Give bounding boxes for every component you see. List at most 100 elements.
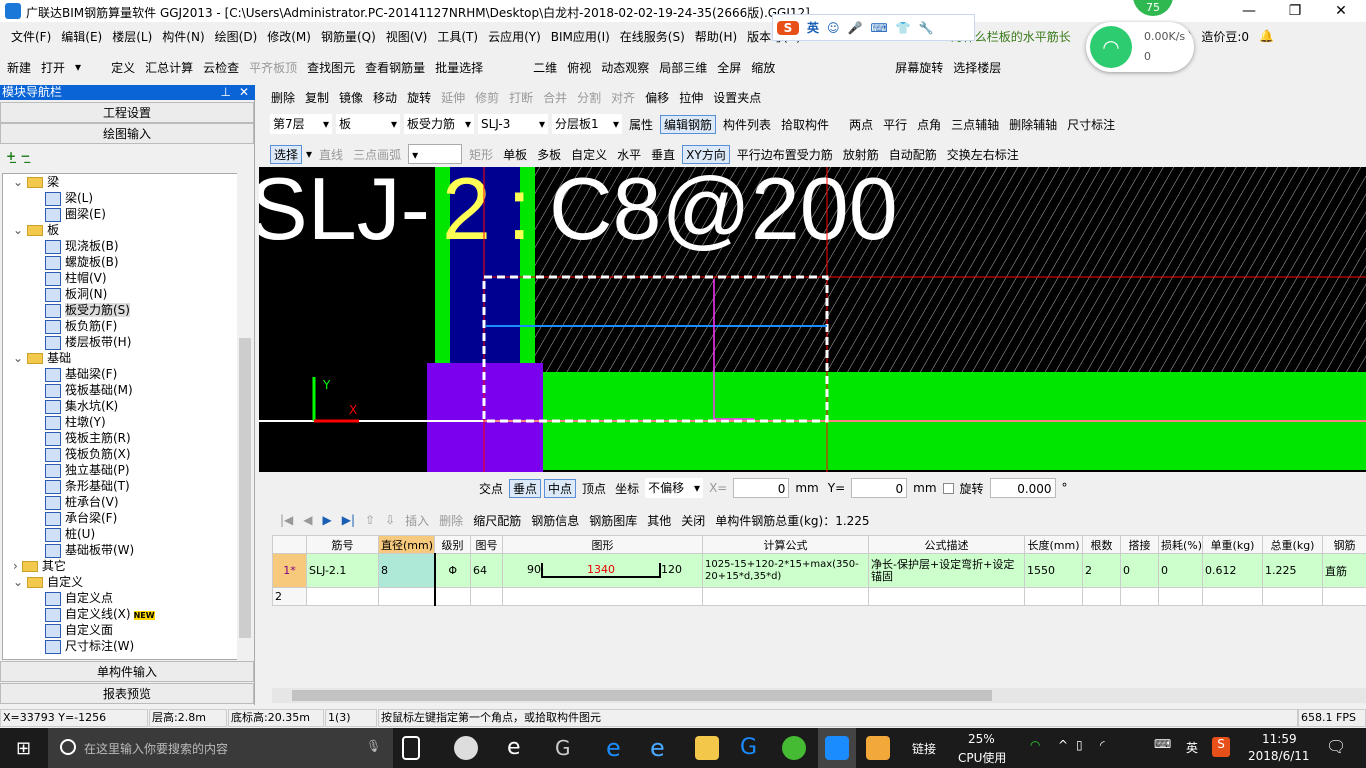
tree-item[interactable]: 基础梁(F) (3, 366, 237, 382)
three-point-axis-button[interactable]: 三点辅轴 (948, 116, 1002, 133)
stretch-button[interactable]: 拉伸 (676, 89, 706, 106)
offset-button[interactable]: 偏移 (642, 89, 672, 106)
table-row[interactable]: 1* SLJ-2.1 8 Φ 64 90 1340 120 1025-15+120-… (272, 553, 1366, 588)
cell-no[interactable]: SLJ-2.1 (306, 553, 379, 588)
minimize-button[interactable]: — (1226, 0, 1272, 22)
search-box[interactable]: 在这里输入你要搜索的内容 🎙 (48, 728, 393, 768)
multi-slab-button[interactable]: 多板 (534, 146, 564, 163)
y-input[interactable]: 0 (851, 478, 908, 498)
subtype-select[interactable]: 板受力筋 ▾ (404, 114, 474, 134)
delete-button[interactable]: 删除 (268, 89, 298, 106)
next-icon[interactable]: ▶ (320, 513, 335, 527)
tree-item[interactable]: 筏板主筋(R) (3, 430, 237, 446)
green-browser-icon[interactable] (782, 736, 806, 760)
cell-shape[interactable]: 90 1340 120 (502, 553, 703, 588)
view-rebar-button[interactable]: 查看钢筋量 (362, 59, 428, 76)
tree-item[interactable]: 自定义点 (3, 590, 237, 606)
tree-item[interactable]: 楼层板带(H) (3, 334, 237, 350)
menu-floor[interactable]: 楼层(L) (107, 28, 157, 45)
tree-item[interactable]: › 其它 (3, 558, 237, 574)
restore-button[interactable]: ❐ (1272, 0, 1318, 22)
glodon-icon[interactable]: G (740, 736, 764, 760)
edge-icon[interactable]: e (606, 736, 630, 760)
tree-item[interactable]: 梁(L) (3, 190, 237, 206)
angle-input[interactable]: 0.000 (989, 478, 1056, 498)
cell-count[interactable]: 2 (1082, 553, 1121, 588)
move-button[interactable]: 移动 (370, 89, 400, 106)
tree-item[interactable]: 现浇板(B) (3, 238, 237, 254)
snap-perpendicular[interactable]: 垂点 (509, 478, 542, 498)
tree-item[interactable]: ⌄ 自定义 (3, 574, 237, 590)
menu-bim[interactable]: BIM应用(I) (546, 28, 615, 45)
fullscreen-button[interactable]: 全屏 (714, 59, 744, 76)
cell-total-weight[interactable]: 1.225 (1262, 553, 1323, 588)
single-slab-button[interactable]: 单板 (500, 146, 530, 163)
cell-diameter[interactable]: 8 (378, 553, 436, 588)
tree-item[interactable]: ⌄ 板 (3, 222, 237, 238)
menu-view[interactable]: 视图(V) (381, 28, 433, 45)
cell-unit-weight[interactable]: 0.612 (1202, 553, 1263, 588)
cell-formula[interactable]: 1025-15+120-2*15+max(350-20+15*d,35*d) (702, 553, 869, 588)
tree-item[interactable]: 尺寸标注(W) (3, 638, 237, 654)
menu-modify[interactable]: 修改(M) (262, 28, 316, 45)
mic-icon[interactable]: 🎤 (848, 21, 863, 35)
ime-lang[interactable]: 英 (807, 19, 819, 36)
tree-item[interactable]: 柱墩(Y) (3, 414, 237, 430)
sogou-tray-icon[interactable]: S (1212, 737, 1230, 757)
chevron-down-icon[interactable]: ⌄ (13, 223, 23, 237)
browser-icon[interactable]: G (555, 736, 579, 760)
type-select[interactable]: 板 ▾ (336, 114, 400, 134)
sogou-icon[interactable]: S (777, 20, 799, 35)
grip-button[interactable]: 设置夹点 (710, 89, 764, 106)
tree-item[interactable]: 集水坑(K) (3, 398, 237, 414)
tree-item[interactable]: 板负筋(F) (3, 318, 237, 334)
menu-rebar[interactable]: 钢筋量(Q) (316, 28, 381, 45)
tree-item[interactable]: 桩(U) (3, 526, 237, 542)
top-view-button[interactable]: 俯视 (564, 59, 594, 76)
line-button[interactable]: 直线 (316, 146, 346, 163)
drawing-canvas[interactable]: SLJ- 2 : C8@200 Y X (259, 167, 1366, 472)
pick-component-button[interactable]: 拾取构件 (778, 116, 832, 133)
tree-item[interactable]: 桩承台(V) (3, 494, 237, 510)
chevron-down-icon[interactable]: ⌄ (13, 575, 23, 589)
align-top-button[interactable]: 平齐板顶 (246, 59, 300, 76)
zoom-button[interactable]: 缩放 (748, 59, 778, 76)
menu-online[interactable]: 在线服务(S) (615, 28, 690, 45)
cloud-check-button[interactable]: 云检查 (200, 59, 242, 76)
wifi-tray-icon[interactable]: ◠ (1030, 738, 1040, 752)
links-toolbar[interactable]: 链接 (912, 740, 936, 757)
fan-app-icon[interactable] (454, 736, 478, 760)
menu-file[interactable]: 文件(F) (6, 28, 56, 45)
component-list-button[interactable]: 构件列表 (720, 116, 774, 133)
close-rebar-button[interactable]: 关闭 (678, 512, 708, 529)
bell-icon[interactable]: 🔔 (1254, 29, 1279, 43)
ie-gray-icon[interactable]: e (507, 736, 531, 760)
rotate-button[interactable]: 旋转 (404, 89, 434, 106)
break-button[interactable]: 打断 (506, 89, 536, 106)
keyboard-icon[interactable]: ⌨ (870, 21, 887, 35)
local-3d-button[interactable]: 局部三维 (656, 59, 710, 76)
pin-icon[interactable]: ⊥ (221, 85, 231, 100)
snap-midpoint[interactable]: 中点 (544, 478, 577, 498)
orbit-button[interactable]: 动态观察 (598, 59, 652, 76)
snap-intersection[interactable]: 交点 (476, 480, 506, 497)
tree-item[interactable]: 板洞(N) (3, 286, 237, 302)
copy-button[interactable]: 复制 (302, 89, 332, 106)
mic-icon[interactable]: 🎙 (366, 739, 381, 753)
split-button[interactable]: 分割 (574, 89, 604, 106)
prev-icon[interactable]: ◀ (300, 513, 315, 527)
single-input-button[interactable]: 单构件输入 (0, 661, 254, 682)
menu-tools[interactable]: 工具(T) (432, 28, 483, 45)
ie-icon[interactable]: e (650, 736, 674, 760)
menu-cloud[interactable]: 云应用(Y) (483, 28, 546, 45)
input-lang[interactable]: 英 (1186, 739, 1198, 756)
tree-item[interactable]: 基础板带(W) (3, 542, 237, 558)
cell-loss[interactable]: 0 (1158, 553, 1203, 588)
up-icon[interactable]: ⇧ (362, 513, 378, 527)
cell-grade[interactable]: Φ (434, 553, 471, 588)
tree-item[interactable]: 自定义面 (3, 622, 237, 638)
align-button[interactable]: 对齐 (608, 89, 638, 106)
tree-item[interactable]: 筏板负筋(X) (3, 446, 237, 462)
custom-button[interactable]: 自定义 (568, 146, 610, 163)
screen-rotate-button[interactable]: 屏幕旋转 (892, 59, 946, 76)
